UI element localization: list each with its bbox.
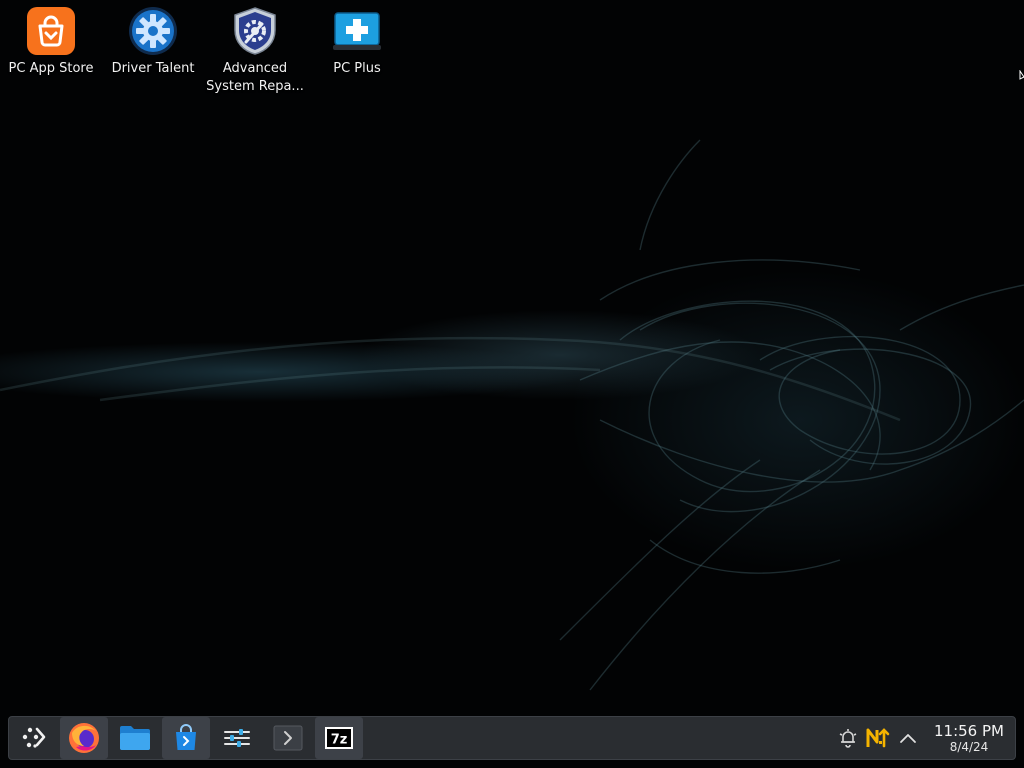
gear-icon <box>128 6 178 56</box>
desktop-icon-label: PC App Store <box>8 61 94 76</box>
desktop-wallpaper <box>0 0 1024 768</box>
desktop-icon-label: Driver Talent <box>111 61 195 76</box>
store-icon <box>176 724 196 750</box>
taskbar-files-button[interactable] <box>111 717 159 759</box>
shopping-bag-icon <box>26 6 76 56</box>
app-launcher-icon <box>22 727 46 748</box>
mouse-cursor-icon <box>1019 70 1024 80</box>
folder-icon <box>120 726 150 750</box>
desktop-icon-label: Advanced System Repa... <box>206 61 304 94</box>
update-icon <box>866 728 890 748</box>
taskbar-settings-button[interactable] <box>213 717 261 759</box>
desktop-icon-pc-app-store[interactable]: PC App Store <box>0 6 102 78</box>
clock-time: 11:56 PM <box>934 721 1004 740</box>
tray-notifications-button[interactable] <box>833 717 863 759</box>
medical-plus-icon <box>332 6 382 56</box>
7zip-icon-text: 7z <box>331 733 348 748</box>
settings-sliders-icon <box>224 729 250 747</box>
tray-update-button[interactable] <box>863 717 893 759</box>
clock-date: 8/4/24 <box>949 739 989 754</box>
desktop-icon-advanced-system-repair[interactable]: Advanced System Repa... <box>204 6 306 96</box>
firefox-icon <box>69 723 99 753</box>
desktop-icon-driver-talent[interactable]: Driver Talent <box>102 6 204 78</box>
desktop-icon-label: PC Plus <box>333 61 381 76</box>
desktop-icon-pc-plus[interactable]: PC Plus <box>306 6 408 78</box>
shield-icon <box>230 6 280 56</box>
7zip-icon: 7z <box>325 727 353 749</box>
tray-expand-button[interactable] <box>893 717 923 759</box>
taskbar-terminal-button[interactable] <box>264 717 312 759</box>
taskbar-7zip-button[interactable]: 7z <box>315 717 363 759</box>
expand-tray-icon <box>900 734 916 743</box>
terminal-icon <box>273 725 303 751</box>
taskbar-store-button[interactable] <box>162 717 210 759</box>
notifications-icon <box>839 729 857 748</box>
taskbar: 7z 11:56 PM 8/4/24 <box>8 716 1016 760</box>
digital-clock[interactable]: 11:56 PM 8/4/24 <box>927 721 1011 754</box>
taskbar-firefox-button[interactable] <box>60 717 108 759</box>
system-tray: 11:56 PM 8/4/24 <box>833 717 1015 759</box>
app-launcher-button[interactable] <box>11 717 57 759</box>
